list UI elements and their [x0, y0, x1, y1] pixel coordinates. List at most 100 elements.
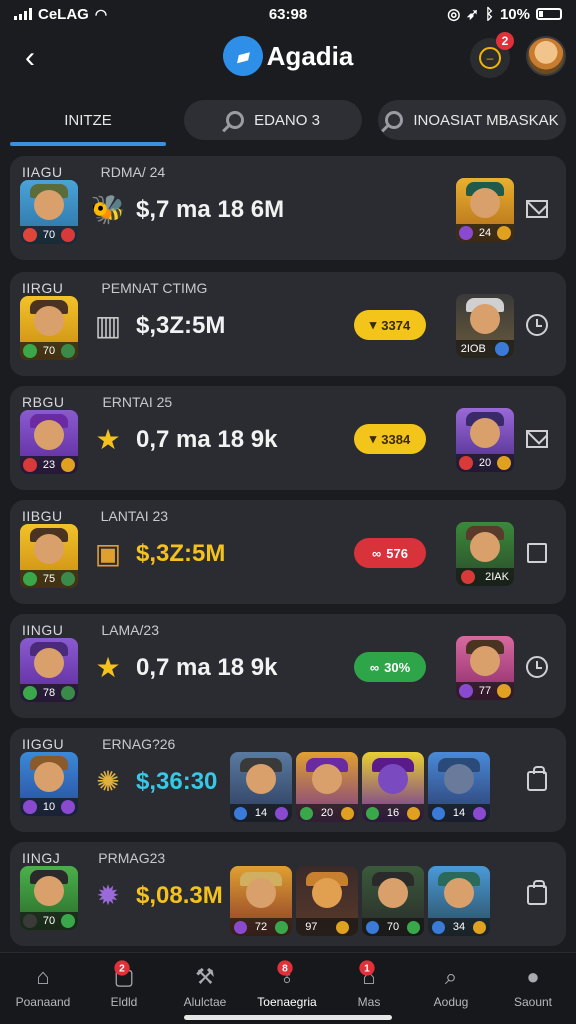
unit-level: 14 [452, 807, 466, 819]
row-amount: $,3Z:5M [136, 312, 226, 339]
tab-label: EDANO 3 [254, 111, 320, 129]
list-item[interactable]: IIBGU LANTAI 23 75 ▣ $,3Z:5M ∞ 576 2IAK [10, 500, 566, 604]
clock-icon [526, 314, 548, 336]
nav-label: Poanaand [15, 995, 71, 1009]
nav-item-account[interactable]: ● Saount [492, 961, 574, 1019]
list-item[interactable]: IINGU LAMA/23 78 ★ 0,7 ma 18 9k ∞ 30% 77 [10, 614, 566, 718]
nav-badge: 1 [359, 960, 375, 976]
bee-icon: 🐝 [90, 194, 126, 225]
nav-item-trophy[interactable]: ♁ 8 Toenaegria [246, 960, 328, 1019]
reward-portrait[interactable]: 20 [456, 408, 514, 472]
timer-button[interactable]: – 2 [470, 32, 514, 78]
clock-button[interactable] [524, 654, 550, 680]
tab-edano[interactable]: EDANO 3 [184, 100, 362, 140]
unit-card[interactable]: 72 [230, 866, 292, 936]
nav-item-house[interactable]: ⌂ 1 Mas [328, 960, 410, 1019]
list-item[interactable]: IIGGU ERNAG?26 10 ✺ $,36:30 14 20 16 14 [10, 728, 566, 832]
bluetooth-icon: ᛒ [484, 5, 494, 23]
unit-level: 34 [452, 921, 466, 933]
app-logo-icon: ▰ [218, 31, 268, 81]
reward-portrait[interactable]: 2IOB [456, 294, 514, 358]
nav-item-tools[interactable]: ⚒ Alulctae [164, 961, 246, 1019]
row-amount: $,7 ma 18 6M [136, 196, 285, 223]
status-bar: CeLAG ◠ 63:98 ◎ ➶ ᛒ 10% [0, 0, 576, 28]
nav-item-frame[interactable]: ▢ 2 Eldld [83, 960, 165, 1019]
reward-portrait[interactable]: 77 [456, 636, 514, 700]
row-date: PEMNAT CTIMG [101, 280, 208, 296]
nav-item-search[interactable]: ⌕ Aodug [410, 961, 492, 1019]
hero-portrait[interactable]: 70 [20, 866, 78, 930]
wifi-icon: ◠ [94, 5, 108, 22]
timer-badge: 2 [496, 32, 514, 50]
tools-icon: ⚒ [195, 964, 215, 989]
avatar[interactable] [526, 36, 566, 76]
gem-icon: ▾ [369, 431, 377, 446]
clock-button[interactable] [524, 312, 550, 338]
app-header: ‹ ▰ Agadia – 2 [0, 30, 576, 88]
reward-portrait[interactable]: 2IAK [456, 522, 514, 586]
unit-card[interactable]: 14 [428, 752, 490, 822]
location-icon: ➶ [466, 6, 479, 23]
bag-button[interactable] [524, 766, 550, 794]
status-left: CeLAG ◠ [14, 6, 107, 23]
row-amount: 0,7 ma 18 9k [136, 426, 278, 453]
nav-item-home[interactable]: ⌂ Poanaand [2, 961, 84, 1019]
hero-portrait[interactable]: 23 [20, 410, 78, 474]
home-icon: ⌂ [36, 964, 50, 989]
reward-portrait[interactable]: 24 [456, 178, 514, 242]
unit-level: 70 [386, 921, 400, 933]
price-badge[interactable]: ▾ 3374 [354, 310, 426, 340]
signal-icon [14, 8, 32, 20]
unit-level: 97 [305, 921, 318, 933]
unit-card[interactable]: 16 [362, 752, 424, 822]
list-item[interactable]: IIAGU RDMA/ 24 70 🐝 $,7 ma 18 6M 24 [10, 156, 566, 260]
nav-label: Mas [357, 995, 381, 1009]
mail-button[interactable] [524, 426, 550, 452]
hero-portrait[interactable]: 70 [20, 296, 78, 360]
row-date: ERNAG?26 [102, 736, 176, 752]
hero-portrait[interactable]: 70 [20, 180, 78, 244]
row-tag: IIBGU [22, 508, 63, 524]
unit-card[interactable]: 70 [362, 866, 424, 936]
hero-level: 10 [42, 801, 56, 813]
unit-level: 16 [386, 807, 400, 819]
unit-card[interactable]: 97 [296, 866, 358, 936]
reward-level: 77 [478, 685, 492, 697]
select-checkbox[interactable] [524, 540, 550, 566]
price-badge[interactable]: ∞ 576 [354, 538, 426, 568]
mail-button[interactable] [524, 196, 550, 222]
nav-badge: 2 [114, 960, 130, 976]
reward-level: 2IAK [485, 571, 509, 583]
tab-initze[interactable]: INITZE [10, 100, 166, 146]
bag-button[interactable] [524, 880, 550, 908]
price-value: 3384 [381, 431, 411, 447]
tab-inoasiat[interactable]: INOASIAT MBASKAK [378, 100, 566, 140]
row-tag: IINGU [22, 622, 64, 638]
coin-icon: ✺ [96, 766, 120, 797]
bottom-nav: ⌂ Poanaand ▢ 2 Eldld ⚒ Alulctae ♁ 8 Toenae… [0, 952, 576, 1024]
nav-label: Eldld [110, 995, 138, 1009]
unit-level: 72 [254, 921, 268, 933]
search-icon [226, 111, 245, 129]
list-item[interactable]: IIRGU PEMNAT CTIMG 70 ▥ $,3Z:5M ▾ 3374 2IO… [10, 272, 566, 376]
nav-label: Saount [513, 995, 553, 1009]
hero-portrait[interactable]: 78 [20, 638, 78, 702]
price-badge[interactable]: ▾ 3384 [354, 424, 426, 454]
chest-icon: ▣ [94, 538, 122, 569]
row-date: RDMA/ 24 [100, 164, 166, 180]
unit-card[interactable]: 14 [230, 752, 292, 822]
list-item[interactable]: IINGJ PRMAG23 70 ✹ $,08.3M 72 97 70 34 [10, 842, 566, 946]
hero-portrait[interactable]: 10 [20, 752, 78, 816]
nav-badge: 8 [277, 960, 293, 976]
row-date: PRMAG23 [98, 850, 166, 866]
list-item[interactable]: RBGU ERNTAI 25 23 ★ 0,7 ma 18 9k ▾ 3384 20 [10, 386, 566, 490]
hero-level: 75 [42, 573, 56, 585]
nav-label: Aodug [433, 995, 469, 1009]
home-indicator[interactable] [184, 1015, 392, 1020]
search-icon: ⌕ [444, 964, 458, 989]
unit-card[interactable]: 34 [428, 866, 490, 936]
lock-rotation-icon: ◎ [447, 6, 461, 23]
price-badge[interactable]: ∞ 30% [354, 652, 426, 682]
hero-portrait[interactable]: 75 [20, 524, 78, 588]
unit-card[interactable]: 20 [296, 752, 358, 822]
